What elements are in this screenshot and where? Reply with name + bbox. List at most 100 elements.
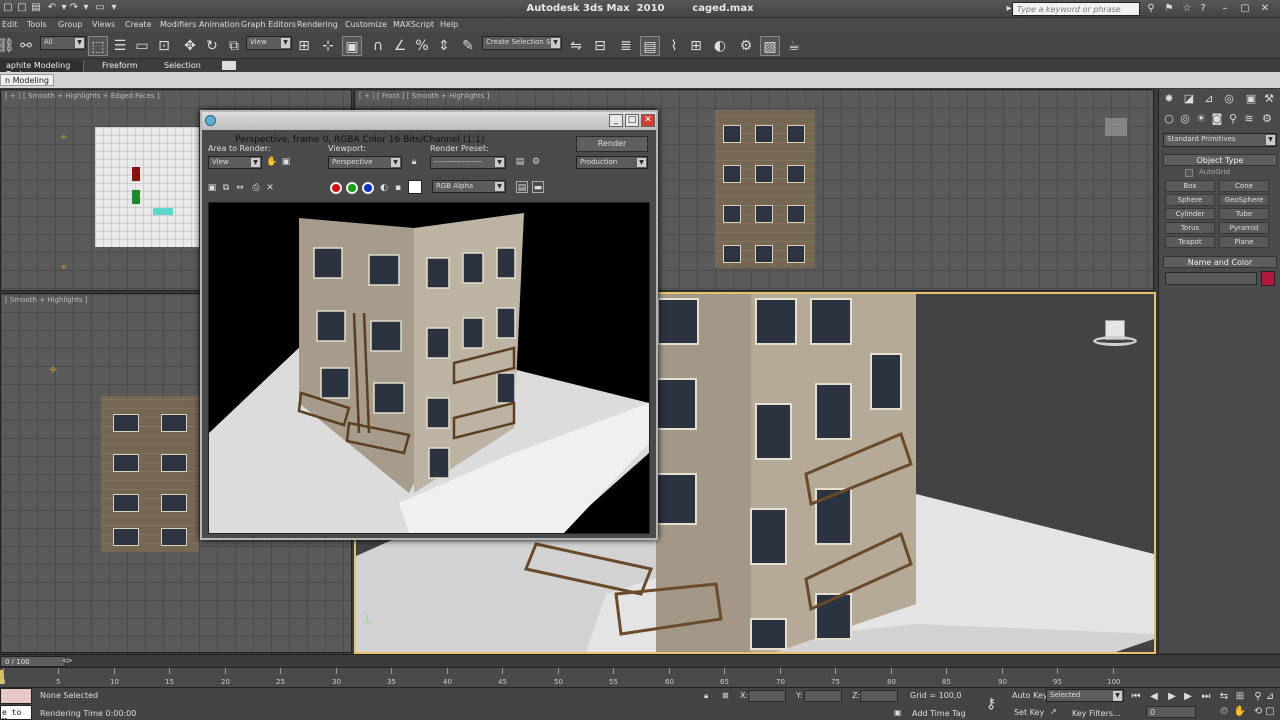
cameras-icon[interactable]: ◙ (1209, 111, 1225, 127)
go-to-start-icon[interactable]: ⏮ (1128, 691, 1144, 703)
absolute-mode-icon[interactable]: ⊠ (722, 691, 729, 700)
menu-customize[interactable]: Customize (345, 20, 387, 29)
set-key-button[interactable]: Set Key (1014, 708, 1044, 717)
cone-button[interactable]: Cone (1219, 180, 1269, 192)
monochrome-icon[interactable]: ▪ (392, 182, 404, 194)
maximize-icon[interactable]: □ (625, 114, 639, 127)
primitive-category-select[interactable]: Standard Primitives ▼ (1163, 133, 1277, 147)
key-filter-curve-icon[interactable]: ↗ (1050, 707, 1057, 716)
key-icon[interactable]: ⚷ (986, 696, 996, 712)
print-icon[interactable]: ⎙ (250, 182, 262, 194)
render-mode-select[interactable]: Production ▼ (576, 156, 648, 169)
menu-tools[interactable]: Tools (27, 20, 47, 29)
field-of-view-icon[interactable]: ⊿ (1262, 691, 1278, 703)
color-swatch[interactable] (408, 180, 422, 194)
object-name-input[interactable] (1165, 272, 1257, 285)
sphere-button[interactable]: Sphere (1165, 194, 1215, 206)
go-to-end-icon[interactable]: ⏭ (1198, 691, 1214, 703)
auto-key-button[interactable]: Auto Key (1012, 691, 1048, 700)
pan-icon[interactable]: ✋ (1232, 706, 1248, 718)
object-type-rollout-header[interactable]: Object Type (1163, 154, 1277, 166)
display-tab-icon[interactable]: ▣ (1243, 91, 1259, 107)
time-slider-thumb[interactable]: 0 / 100 (0, 656, 66, 667)
box-button[interactable]: Box (1165, 180, 1215, 192)
edit-region-icon[interactable]: ✋ (266, 156, 278, 168)
viewcube-icon[interactable] (1105, 118, 1127, 136)
clone-window-icon[interactable]: ⇔ (234, 182, 246, 194)
schematic-view-icon[interactable]: ⊞ (686, 36, 706, 56)
name-and-color-rollout-header[interactable]: Name and Color (1163, 256, 1277, 268)
minimize-icon[interactable]: _ (609, 114, 623, 127)
curve-editor-icon[interactable]: ⌇ (664, 36, 684, 56)
toggle-ui-overlay-icon[interactable]: ▤ (516, 181, 528, 193)
tab-freeform[interactable]: Freeform (96, 60, 144, 72)
viewport-left-label[interactable]: [ Smooth + Highlights ] (5, 296, 88, 304)
hierarchy-tab-icon[interactable]: ⊿ (1201, 91, 1217, 107)
track-bar[interactable]: 0 5 10 15 20 25 30 35 40 45 50 55 60 65 … (0, 667, 1280, 687)
blue-channel-toggle[interactable] (362, 182, 374, 194)
next-frame-icon[interactable]: ▶ (1180, 691, 1196, 703)
environment-icon[interactable]: ⚙ (530, 156, 542, 168)
cylinder-button[interactable]: Cylinder (1165, 208, 1215, 220)
link-icon[interactable]: ⛓ (0, 36, 16, 56)
ribbon-minimize-icon[interactable] (222, 61, 236, 70)
spacewarps-icon[interactable]: ≋ (1241, 111, 1257, 127)
render-window-titlebar[interactable]: Perspective, frame 0, RGBA Color 16 Bits… (202, 112, 656, 145)
display-channel-select[interactable]: RGB Alpha ▼ (432, 180, 506, 193)
pyramid-button[interactable]: Pyramid (1219, 222, 1269, 234)
viewport-front-label[interactable]: [ + ] [ Front ] [ Smooth + Highlights ] (359, 92, 489, 100)
ribbon-panel-label[interactable]: n Modeling (0, 74, 55, 86)
layer-manager-icon[interactable]: ≣ (616, 36, 636, 56)
percent-snap-icon[interactable]: % (412, 36, 432, 56)
help-search-input[interactable]: Type a keyword or phrase (1012, 2, 1140, 16)
copy-image-icon[interactable]: ⧉ (220, 182, 232, 194)
time-slider[interactable]: 0 / 100 < > (0, 654, 1280, 667)
key-mode-select[interactable]: Selected ▼ (1046, 689, 1124, 702)
geometry-icon[interactable]: ○ (1161, 111, 1177, 127)
previous-frame-icon[interactable]: ◀ (1146, 691, 1162, 703)
unlink-icon[interactable]: ⚯ (16, 36, 36, 56)
scale-icon[interactable]: ⧉ (224, 36, 244, 56)
select-object-icon[interactable]: ⬚ (88, 36, 108, 56)
keyboard-shortcut-override-icon[interactable]: ▣ (342, 36, 362, 56)
teapot-button[interactable]: Teapot (1165, 236, 1215, 248)
binoculars-icon[interactable]: ⚲ (1144, 2, 1158, 16)
systems-icon[interactable]: ⚙ (1259, 111, 1275, 127)
time-tag-icon[interactable]: ▣ (894, 708, 902, 717)
render-preset-select[interactable]: ------------------- ▼ (430, 156, 506, 169)
menu-rendering[interactable]: Rendering (297, 20, 338, 29)
plane-button[interactable]: Plane (1219, 236, 1269, 248)
add-time-tag[interactable]: Add Time Tag (912, 709, 966, 718)
spinner-snap-icon[interactable]: ⇕ (434, 36, 454, 56)
favorites-star-icon[interactable]: ☆ (1180, 2, 1194, 16)
menu-help[interactable]: Help (440, 20, 458, 29)
geosphere-button[interactable]: GeoSphere (1219, 194, 1269, 206)
render-setup-icon[interactable]: ▤ (514, 156, 526, 168)
select-by-name-icon[interactable]: ☰ (110, 36, 130, 56)
lights-icon[interactable]: ☀ (1193, 111, 1209, 127)
menu-maxscript[interactable]: MAXScript (393, 20, 434, 29)
menu-edit[interactable]: Edit (2, 20, 18, 29)
snaps-toggle-icon[interactable]: ∩ (368, 36, 388, 56)
key-filters-button[interactable]: Key Filters... (1072, 709, 1121, 718)
select-manipulate-icon[interactable]: ⊹ (318, 36, 338, 56)
move-icon[interactable]: ✥ (180, 36, 200, 56)
torus-button[interactable]: Torus (1165, 222, 1215, 234)
x-coord-field[interactable] (748, 690, 786, 702)
viewport-top-label[interactable]: [ + ] [ Smooth + Highlights + Edged Face… (5, 92, 160, 100)
rectangular-selection-icon[interactable]: ▭ (132, 36, 152, 56)
current-frame-field[interactable]: 0 (1146, 706, 1196, 718)
selection-lock-icon[interactable]: 🔒︎ (704, 691, 708, 701)
clear-icon[interactable]: ✕ (264, 182, 276, 194)
menu-create[interactable]: Create (125, 20, 152, 29)
menu-group[interactable]: Group (58, 20, 82, 29)
maxscript-input[interactable]: e to M (0, 705, 32, 720)
shapes-icon[interactable]: ◎ (1177, 111, 1193, 127)
menu-animation[interactable]: Animation (199, 20, 240, 29)
green-channel-toggle[interactable] (346, 182, 358, 194)
red-channel-toggle[interactable] (330, 182, 342, 194)
time-config-icon[interactable]: ⏲ (1216, 706, 1232, 718)
utilities-tab-icon[interactable]: ⚒ (1261, 91, 1277, 107)
menu-views[interactable]: Views (92, 20, 115, 29)
create-tab-icon[interactable]: ✸ (1161, 91, 1177, 107)
